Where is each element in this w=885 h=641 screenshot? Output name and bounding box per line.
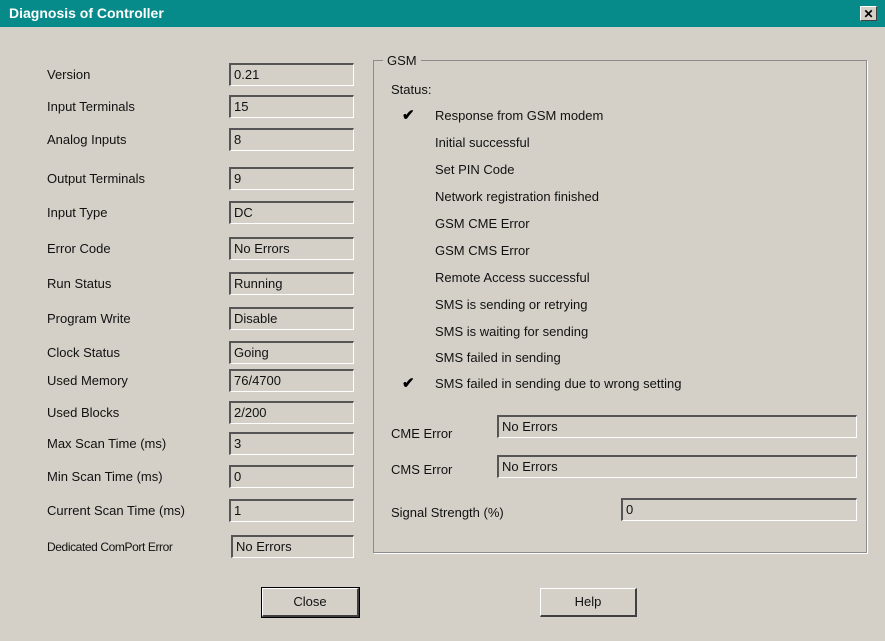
label-version: Version [47,67,91,82]
close-button[interactable]: Close [261,587,360,618]
label-signal-strength: Signal Strength (%) [391,505,504,520]
status-item-sms-failed-in-sending: SMS failed in sending [435,350,561,365]
label-min-scan-time: Min Scan Time (ms) [47,469,163,484]
field-used-blocks: 2/200 [229,401,354,424]
gsm-status-label: Status: [391,82,432,97]
field-current-scan-time: 1 [229,499,354,522]
window-title: Diagnosis of Controller [9,5,164,21]
field-version: 0.21 [229,63,354,86]
field-min-scan-time: 0 [229,465,354,488]
label-run-status: Run Status [47,276,112,291]
field-output-terminals: 9 [229,167,354,190]
field-analog-inputs: 8 [229,128,354,151]
label-cme-error: CME Error [391,426,453,441]
field-input-terminals: 15 [229,95,354,118]
field-signal-strength: 0 [621,498,857,521]
help-button[interactable]: Help [540,588,637,617]
status-item-network-registration: Network registration finished [435,189,600,204]
field-max-scan-time: 3 [229,432,354,455]
status-item-sms-sending-or-retrying: SMS is sending or retrying [435,297,588,312]
status-item-initial-successful: Initial successful [435,135,530,150]
field-used-memory: 76/4700 [229,369,354,392]
field-cme-error: No Errors [497,415,857,438]
status-item-gsm-cme-error: GSM CME Error [435,216,530,231]
status-item-response-from-gsm-modem: Response from GSM modem [435,108,604,123]
label-used-memory: Used Memory [47,373,128,388]
status-item-set-pin-code: Set PIN Code [435,162,515,177]
field-input-type: DC [229,201,354,224]
label-max-scan-time: Max Scan Time (ms) [47,436,167,451]
field-dedicated-comport-error: No Errors [231,535,354,558]
label-input-terminals: Input Terminals [47,99,135,114]
status-item-sms-failed-wrong-setting: SMS failed in sending due to wrong setti… [435,376,682,391]
close-icon[interactable]: ✕ [860,6,877,21]
status-item-sms-waiting-for-sending: SMS is waiting for sending [435,324,589,339]
field-error-code: No Errors [229,237,354,260]
label-used-blocks: Used Blocks [47,405,120,420]
field-cms-error: No Errors [497,455,857,478]
field-clock-status: Going [229,341,354,364]
field-run-status: Running [229,272,354,295]
label-current-scan-time: Current Scan Time (ms) [47,503,185,518]
status-item-gsm-cms-error: GSM CMS Error [435,243,530,258]
status-item-remote-access-successful: Remote Access successful [435,270,590,285]
label-input-type: Input Type [47,205,108,220]
check-icon: ✔ [402,107,415,124]
label-program-write: Program Write [47,311,131,326]
label-analog-inputs: Analog Inputs [47,132,127,147]
gsm-group-title: GSM [383,53,421,68]
label-output-terminals: Output Terminals [47,171,146,186]
label-cms-error: CMS Error [391,462,453,477]
field-program-write: Disable [229,307,354,330]
label-clock-status: Clock Status [47,345,120,360]
check-icon: ✔ [402,375,415,392]
label-error-code: Error Code [47,241,111,256]
label-dedicated-comport-error: Dedicated ComPort Error [47,540,173,554]
